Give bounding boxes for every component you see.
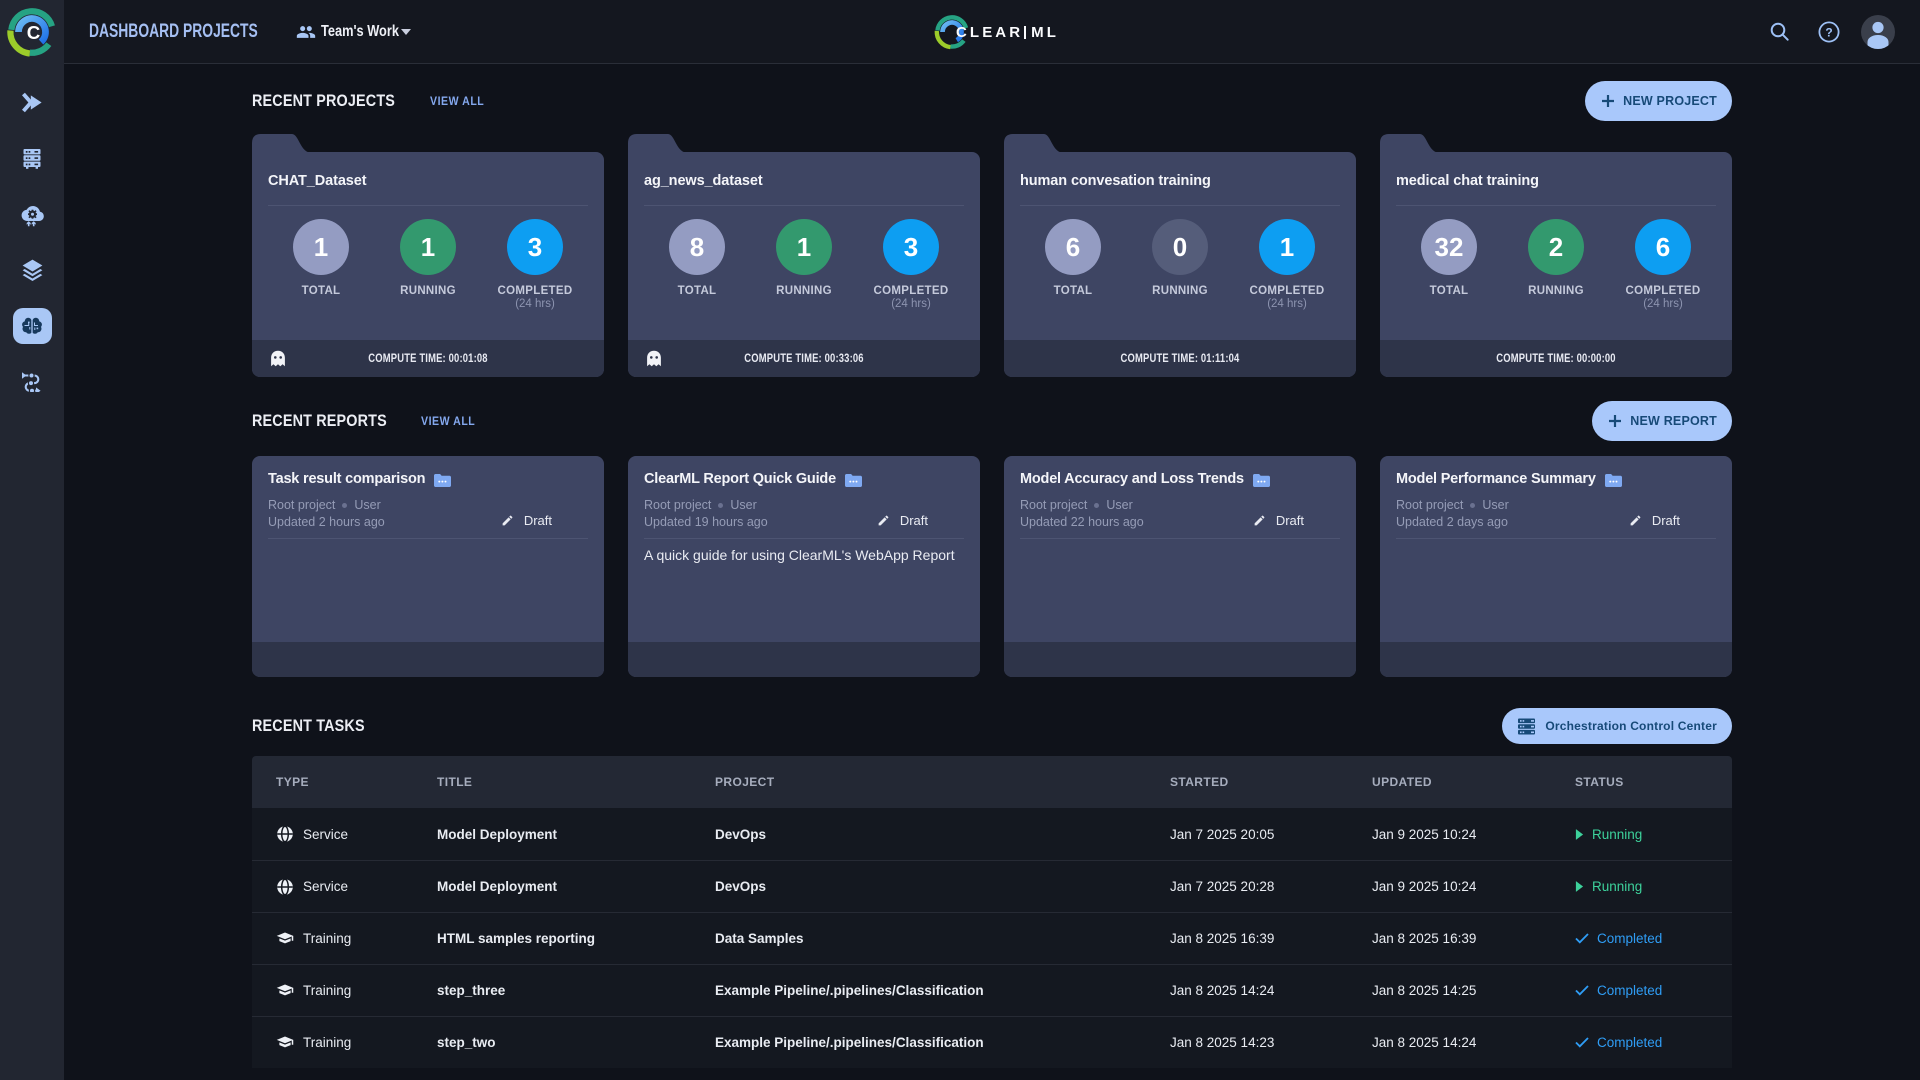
svg-text:?: ? [1825, 25, 1832, 39]
svg-text:C: C [27, 22, 41, 43]
